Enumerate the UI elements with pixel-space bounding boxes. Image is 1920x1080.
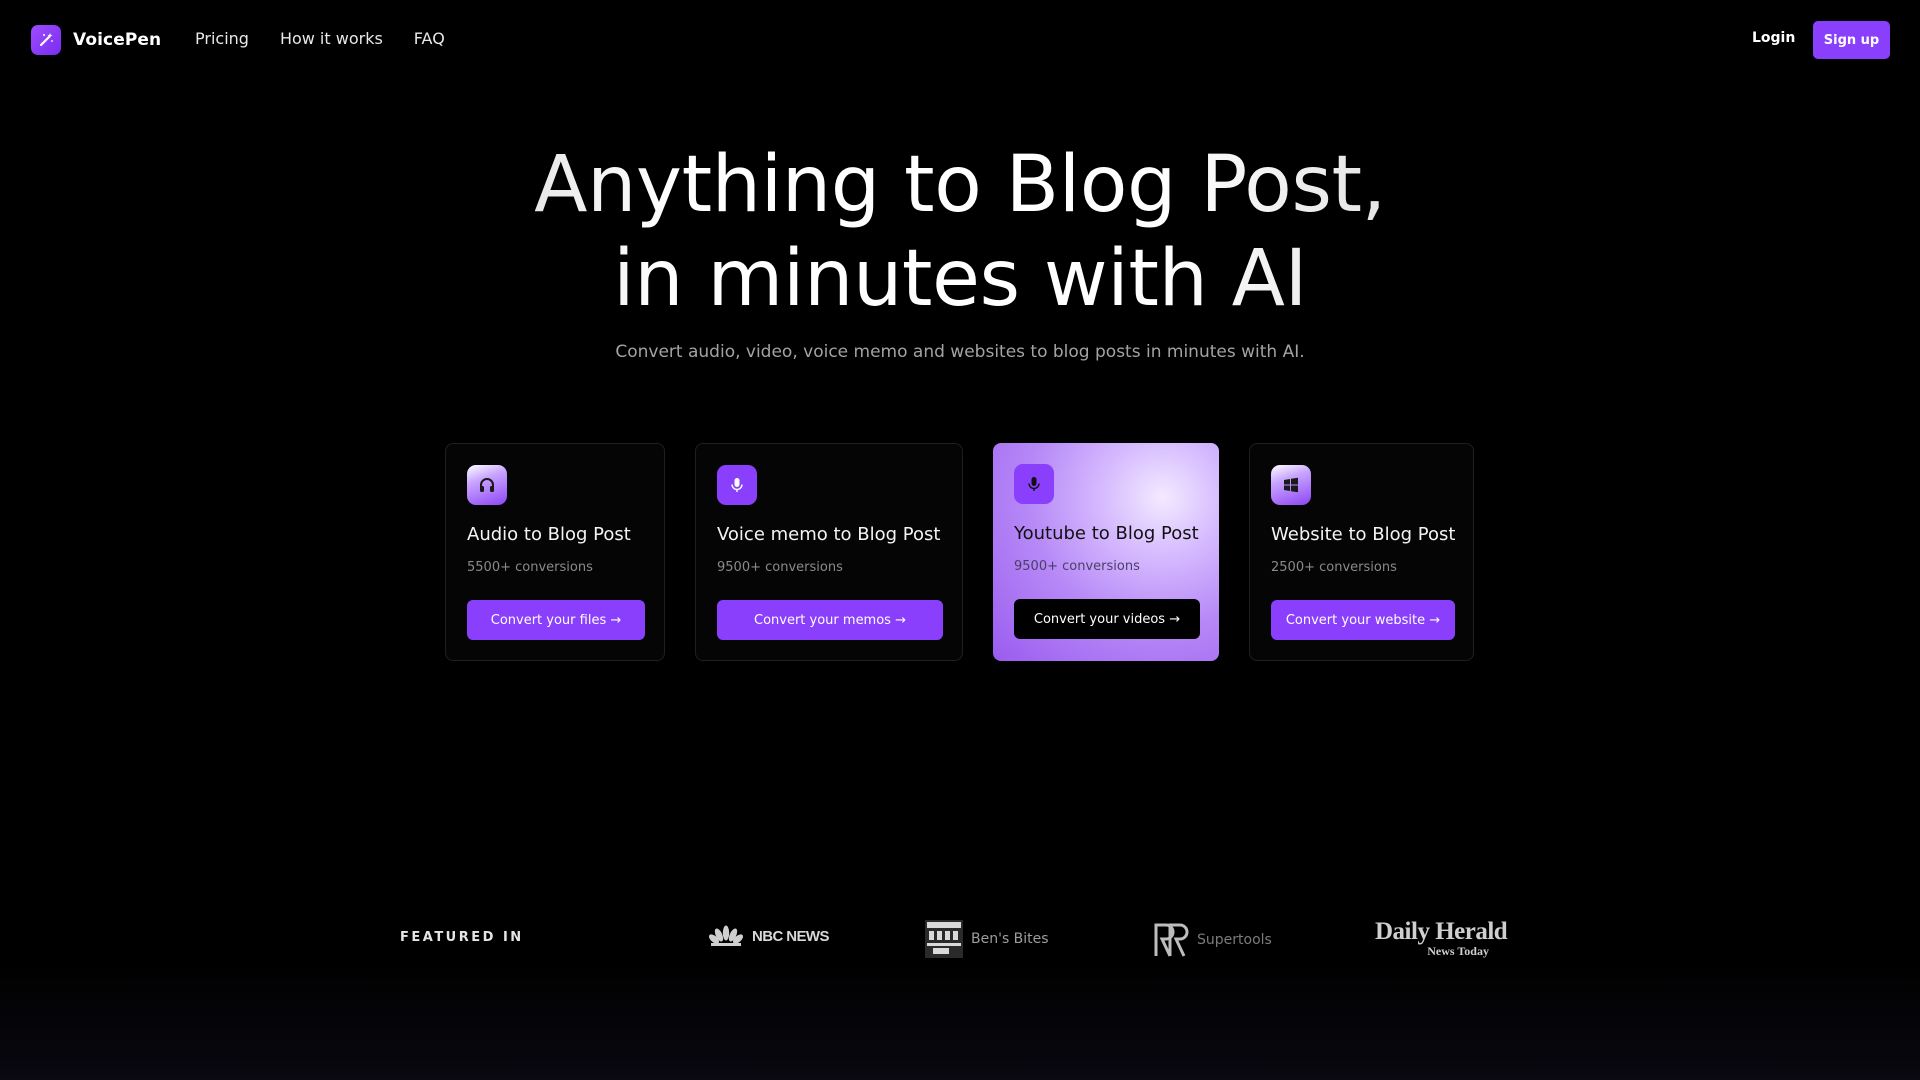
windows-icon <box>1271 465 1311 505</box>
headphones-icon <box>467 465 507 505</box>
bens-bites-wordmark: Ben's Bites <box>971 931 1049 947</box>
microphone-icon <box>717 465 757 505</box>
convert-memos-button[interactable]: Convert your memos → <box>717 600 943 640</box>
top-nav: VoicePen Pricing How it works FAQ Login … <box>0 0 1920 80</box>
card-title: Voice memo to Blog Post <box>717 524 941 545</box>
news-today-wordmark: News Today <box>1427 944 1489 958</box>
card-youtube: Youtube to Blog Post 9500+ conversions C… <box>993 443 1219 661</box>
nbc-wordmark: NBC NEWS <box>752 927 829 945</box>
daily-herald-wordmark: Daily Herald <box>1375 918 1508 945</box>
card-website: Website to Blog Post 2500+ conversions C… <box>1249 443 1474 661</box>
press-logo-supertools: Supertools <box>1153 922 1272 958</box>
supertools-wordmark: Supertools <box>1197 932 1272 948</box>
card-count: 9500+ conversions <box>717 560 843 575</box>
card-title: Audio to Blog Post <box>467 524 631 545</box>
convert-website-button[interactable]: Convert your website → <box>1271 600 1455 640</box>
brand-logo[interactable]: VoicePen <box>31 25 161 55</box>
nav-link-pricing[interactable]: Pricing <box>195 29 249 48</box>
nav-links: Pricing How it works FAQ <box>195 29 445 48</box>
hero-title-line-2: in minutes with AI <box>612 234 1308 324</box>
featured-in-label: FEATURED IN <box>400 930 524 945</box>
convert-videos-button[interactable]: Convert your videos → <box>1014 599 1200 639</box>
card-title: Youtube to Blog Post <box>1014 523 1199 544</box>
brand-name: VoicePen <box>73 30 162 50</box>
login-link[interactable]: Login <box>1752 30 1795 46</box>
bottom-gradient <box>0 960 1920 1080</box>
magic-wand-icon <box>31 25 61 55</box>
card-count: 2500+ conversions <box>1271 560 1397 575</box>
microphone-icon <box>1014 464 1054 504</box>
card-audio: Audio to Blog Post 5500+ conversions Con… <box>445 443 665 661</box>
card-count: 5500+ conversions <box>467 560 593 575</box>
nav-link-how-it-works[interactable]: How it works <box>280 29 383 48</box>
hero-title-line-1: Anything to Blog Post, <box>534 140 1386 230</box>
peacock-icon <box>708 925 744 946</box>
storefront-icon <box>925 920 963 958</box>
hero-subtitle: Convert audio, video, voice memo and web… <box>615 342 1305 362</box>
card-voice-memo: Voice memo to Blog Post 9500+ conversion… <box>695 443 963 661</box>
card-title: Website to Blog Post <box>1271 524 1456 545</box>
card-count: 9500+ conversions <box>1014 559 1140 574</box>
nav-link-faq[interactable]: FAQ <box>414 29 445 48</box>
hero-title: Anything to Blog Post, in minutes with A… <box>0 138 1920 326</box>
signup-button[interactable]: Sign up <box>1813 21 1890 59</box>
press-logo-daily-herald: Daily Herald News Today <box>1375 918 1508 958</box>
press-logo-bens-bites: Ben's Bites <box>925 920 1049 958</box>
convert-files-button[interactable]: Convert your files → <box>467 600 645 640</box>
supertools-mark-icon <box>1154 923 1189 957</box>
press-logo-nbc: NBC NEWS <box>708 925 829 947</box>
